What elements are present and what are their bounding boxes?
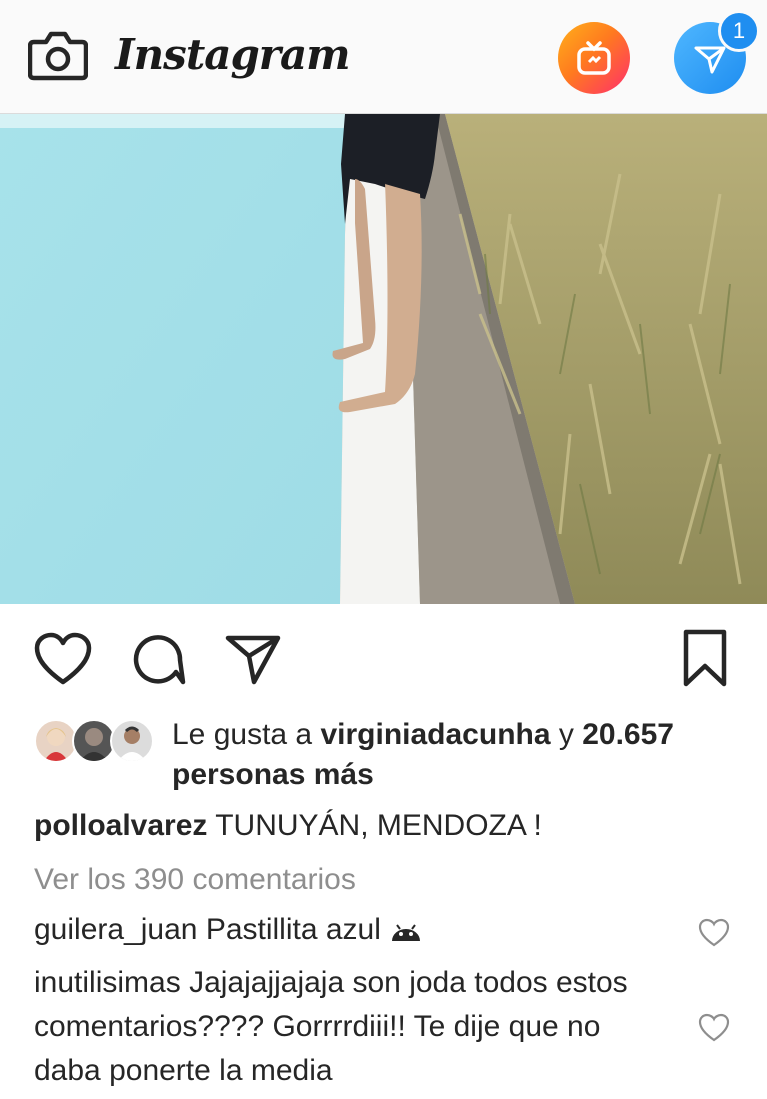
heart-icon[interactable] [34,632,92,686]
comment-text: Pastillita azul [205,913,381,946]
likes-suffix[interactable]: personas más [172,758,374,791]
instagram-logo: Instagram [115,30,351,79]
post-image[interactable] [0,114,767,604]
comment-like-heart-icon[interactable] [698,918,730,948]
comment-like-heart-icon[interactable] [698,1013,730,1043]
view-comments-link[interactable]: Ver los 390 comentarios [34,860,356,900]
likes-prefix: Le gusta a [172,718,313,751]
camera-icon[interactable] [28,28,88,82]
comment-icon[interactable] [132,632,186,686]
top-bar: Instagram 1 [0,0,767,114]
post-caption: polloalvarez TUNUYÁN, MENDOZA ! [34,806,542,846]
likes-text[interactable]: Le gusta a virginiadacunha y 20.657 pers… [172,715,762,795]
comment-username[interactable]: inutilisimas [34,966,181,999]
direct-badge: 1 [718,10,760,52]
liker-avatars[interactable] [34,719,154,763]
share-icon[interactable] [224,632,282,686]
comment: guilera_juan Pastillita azul [34,908,674,952]
post-photo [0,114,767,604]
post-actions [0,620,767,700]
igtv-icon [577,41,611,75]
likes-count[interactable]: 20.657 [582,718,674,751]
comment: inutilisimas Jajajajjajaja son joda todo… [34,961,674,1093]
liker-username[interactable]: virginiadacunha [320,718,550,751]
android-emoji-icon [392,924,421,942]
paper-plane-icon [694,46,726,74]
comment-username[interactable]: guilera_juan [34,913,197,946]
igtv-button[interactable] [558,22,630,94]
caption-text: TUNUYÁN, MENDOZA ! [215,809,542,842]
avatar [110,719,154,763]
caption-username[interactable]: polloalvarez [34,809,207,842]
likes-joiner: y [558,718,574,751]
bookmark-icon[interactable] [682,628,728,688]
